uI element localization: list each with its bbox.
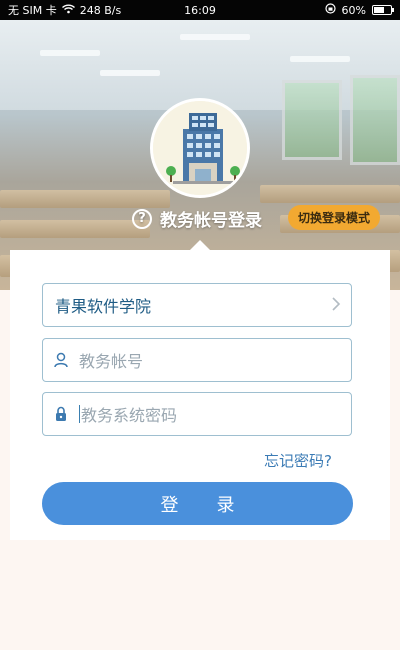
chevron-right-icon	[321, 295, 351, 316]
rotation-lock-icon	[324, 3, 336, 17]
forgot-password-link[interactable]: 忘记密码?	[264, 450, 332, 471]
password-placeholder: 教务系统密码	[81, 406, 178, 425]
account-input[interactable]: 教务帐号	[42, 338, 352, 382]
login-mode-title: ? 教务帐号登录	[132, 206, 262, 231]
battery-level	[374, 7, 384, 13]
school-selector[interactable]: 青果软件学院	[42, 283, 352, 327]
battery-icon	[372, 5, 394, 15]
battery-percent: 60%	[341, 3, 366, 17]
card-pointer	[190, 240, 210, 250]
school-building-logo	[150, 98, 250, 198]
status-bar: 无 SIM 卡 248 B/s 16:09 60%	[0, 0, 400, 20]
network-speed: 248 B/s	[79, 3, 122, 17]
account-placeholder: 教务帐号	[79, 352, 144, 371]
text-cursor	[79, 405, 80, 423]
carrier-text: 无 SIM 卡	[8, 4, 57, 17]
question-circle-icon[interactable]: ?	[132, 208, 152, 229]
login-mode-label: 教务帐号登录	[160, 211, 262, 231]
login-button[interactable]: 登录	[42, 482, 353, 525]
wifi-icon	[61, 4, 75, 17]
user-icon	[43, 352, 79, 368]
school-name: 青果软件学院	[55, 297, 152, 316]
switch-login-mode-button[interactable]: 切换登录模式	[288, 205, 380, 230]
lock-icon	[43, 406, 79, 422]
password-input[interactable]: 教务系统密码	[42, 392, 352, 436]
